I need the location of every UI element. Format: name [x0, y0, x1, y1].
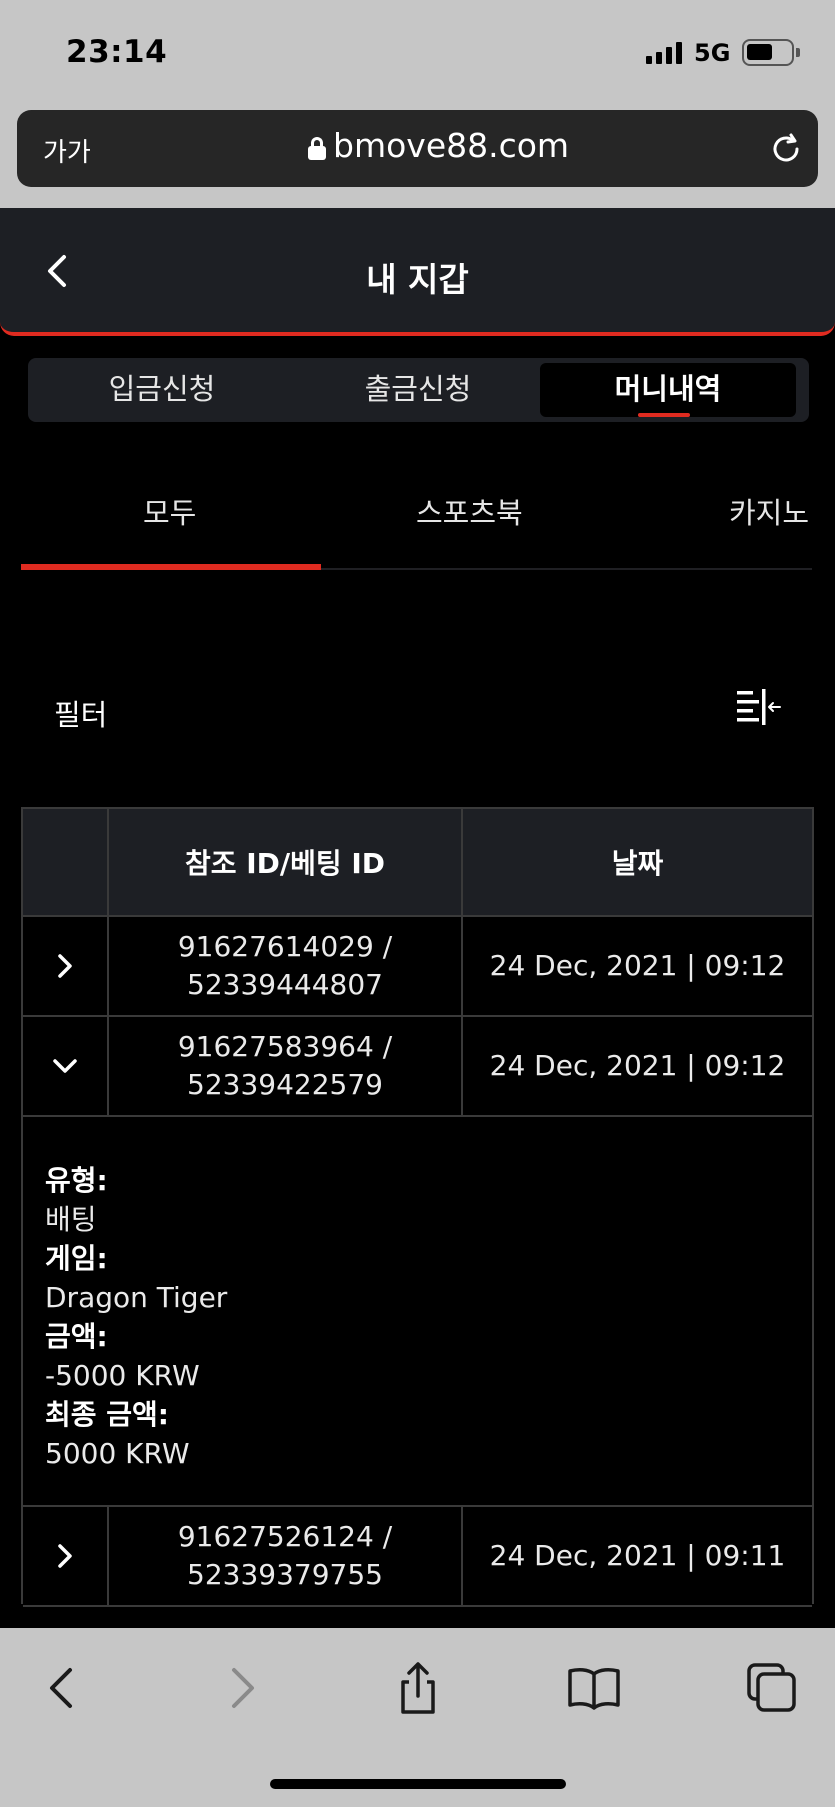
ref-bet-id-cell: 91627526124 / 52339379755 [109, 1507, 463, 1605]
tab-all[interactable]: 모두 [143, 490, 196, 532]
expand-toggle[interactable] [23, 1017, 109, 1115]
active-indicator [638, 413, 690, 417]
game-value: Dragon Tiger [45, 1281, 228, 1314]
browser-toolbar [0, 1628, 835, 1807]
network-type: 5G [694, 39, 731, 67]
chevron-down-icon [53, 1059, 77, 1073]
filter-label[interactable]: 필터 [54, 692, 107, 734]
tab-label: 출금신청 [364, 372, 472, 406]
signal-icon [646, 40, 682, 64]
date-cell: 24 Dec, 2021 | 09:11 [489, 1539, 786, 1572]
header-cell-date: 날짜 [611, 847, 664, 880]
chevron-right-icon [58, 954, 72, 978]
bet-id: 52339422579 [187, 1068, 383, 1101]
bet-id: 52339379755 [187, 1558, 383, 1591]
home-indicator [270, 1779, 566, 1789]
ref-bet-id-cell: 91627583964 / 52339422579 [109, 1017, 463, 1115]
tab-withdraw[interactable]: 출금신청 [290, 363, 546, 417]
date-cell: 24 Dec, 2021 | 09:12 [489, 1049, 786, 1082]
type-label: 유형: [45, 1164, 108, 1197]
status-time: 23:14 [66, 34, 168, 70]
status-bar: 23:14 5G [0, 0, 835, 100]
lock-icon [308, 137, 326, 160]
browser-address-area: 가가 bmove88.com [0, 100, 835, 208]
tab-label: 입금신청 [108, 372, 216, 406]
tabs-icon[interactable] [744, 1660, 800, 1716]
battery-icon [742, 39, 800, 66]
forward-icon[interactable] [214, 1660, 270, 1716]
row-details: 유형: 배팅 게임: Dragon Tiger 금액: -5000 KRW 최종… [23, 1117, 812, 1507]
category-tabs: 모두 스포츠북 카지노 [0, 470, 835, 570]
game-label: 게임: [45, 1242, 108, 1275]
bookmarks-icon[interactable] [566, 1660, 622, 1716]
app-header: 내 지갑 [0, 208, 835, 336]
bet-id: 52339444807 [187, 968, 383, 1001]
wallet-tabs: 입금신청 출금신청 머니내역 [28, 358, 809, 422]
tab-money-history[interactable]: 머니내역 [540, 363, 796, 417]
filter-collapse-icon[interactable] [734, 688, 782, 728]
table-row[interactable]: 91627583964 / 52339422579 24 Dec, 2021 | … [23, 1017, 812, 1117]
type-value: 배팅 [45, 1203, 97, 1236]
back-icon[interactable] [34, 1660, 90, 1716]
tab-sportsbook[interactable]: 스포츠북 [416, 490, 523, 532]
expand-toggle[interactable] [23, 1507, 109, 1605]
header-cell-ref-id: 참조 ID/베팅 ID [109, 809, 463, 915]
tab-label: 머니내역 [614, 372, 722, 406]
amount-value: -5000 KRW [45, 1359, 200, 1392]
date-cell: 24 Dec, 2021 | 09:12 [489, 949, 786, 982]
ref-id: 91627526124 / [177, 1520, 393, 1553]
text-size-button[interactable]: 가가 [43, 132, 91, 169]
tab-deposit[interactable]: 입금신청 [34, 363, 290, 417]
url-text[interactable]: bmove88.com [333, 126, 569, 165]
final-amount-label: 최종 금액: [45, 1398, 169, 1431]
reload-icon[interactable] [769, 132, 803, 166]
final-amount-value: 5000 KRW [45, 1437, 190, 1470]
table-row[interactable]: 91627526124 / 52339379755 24 Dec, 2021 | … [23, 1507, 812, 1607]
ref-id: 91627583964 / [177, 1030, 393, 1063]
share-icon[interactable] [390, 1660, 446, 1716]
table-header: 참조 ID/베팅 ID 날짜 [23, 809, 812, 917]
table-row[interactable]: 91627614029 / 52339444807 24 Dec, 2021 | … [23, 917, 812, 1017]
ref-bet-id-cell: 91627614029 / 52339444807 [109, 917, 463, 1015]
expand-toggle[interactable] [23, 917, 109, 1015]
tab-casino[interactable]: 카지노 [729, 490, 809, 532]
header-cell-expand [23, 809, 109, 915]
chevron-right-icon [58, 1544, 72, 1568]
page-title: 내 지갑 [366, 260, 469, 299]
active-tab-indicator [21, 564, 321, 570]
amount-label: 금액: [45, 1320, 108, 1353]
address-bar[interactable]: 가가 bmove88.com [17, 110, 818, 187]
transaction-table: 참조 ID/베팅 ID 날짜 91627614029 / 52339444807 … [21, 807, 814, 1607]
ref-id: 91627614029 / [177, 930, 393, 963]
